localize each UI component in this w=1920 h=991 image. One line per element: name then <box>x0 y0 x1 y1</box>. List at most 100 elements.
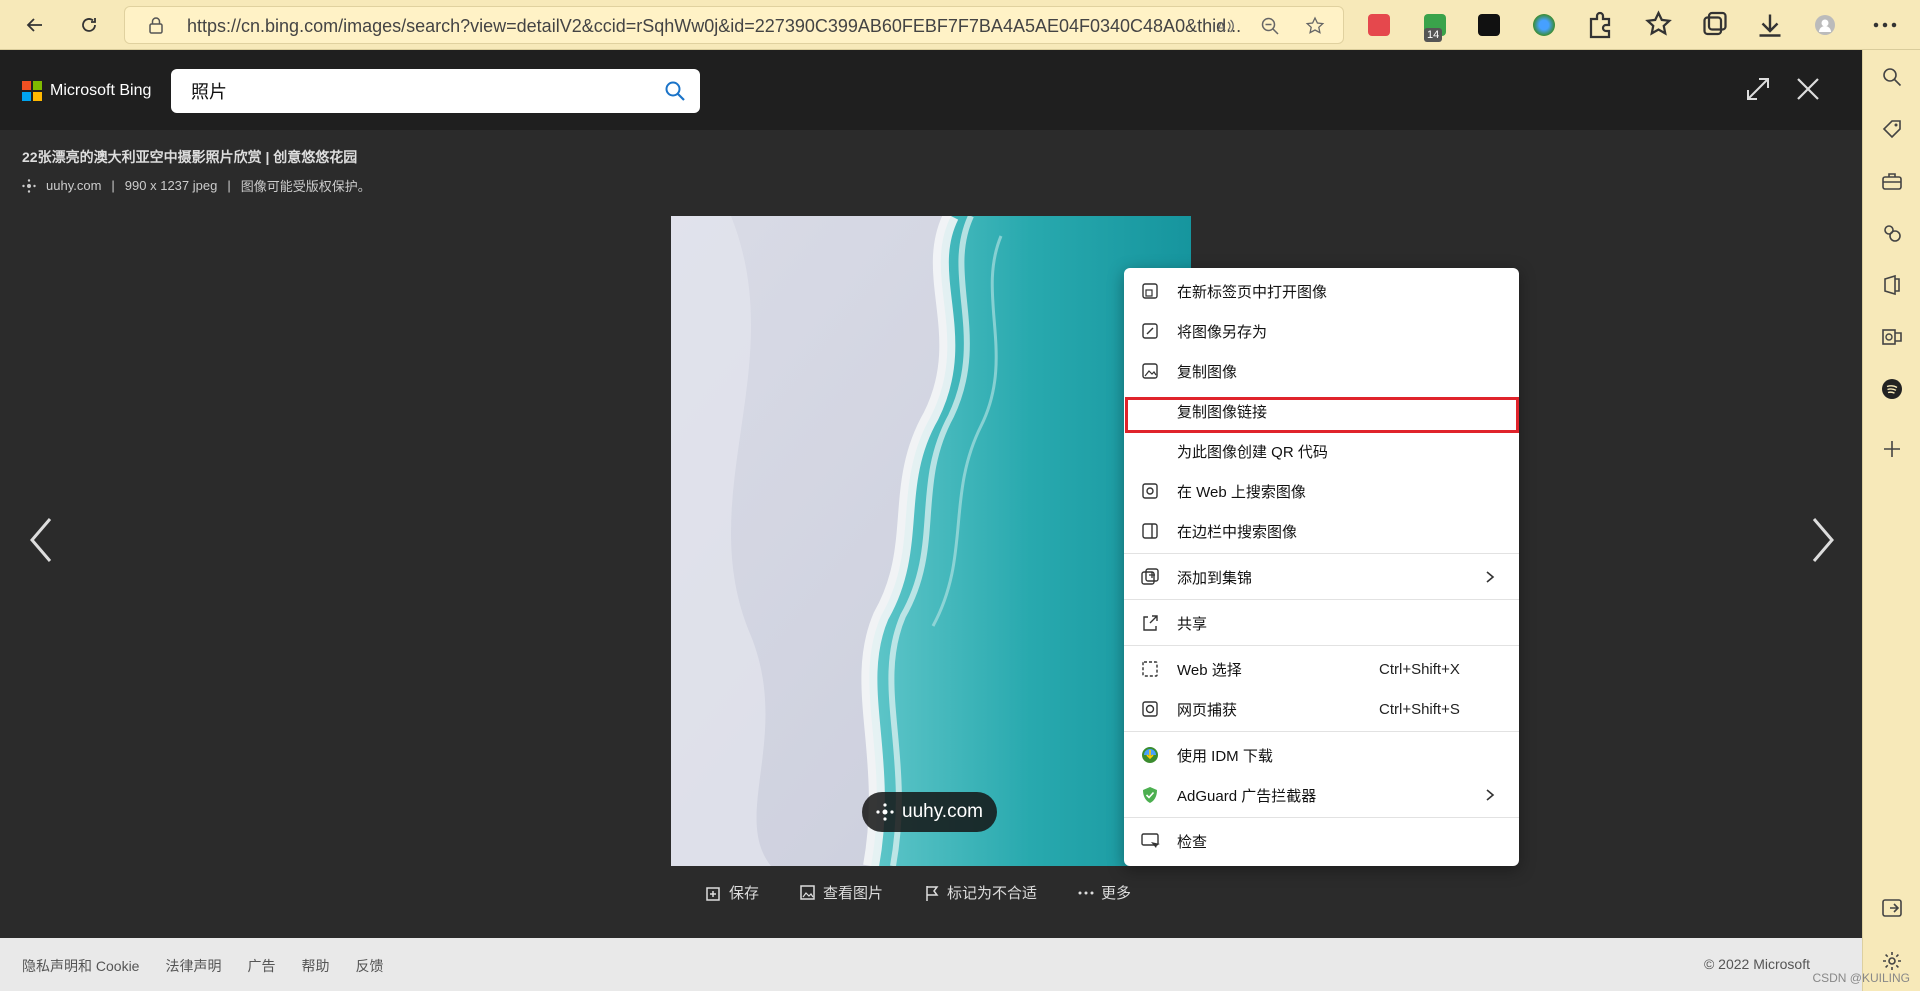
address-bar[interactable]: https://cn.bing.com/images/search?view=d… <box>124 6 1344 44</box>
footer-link[interactable]: 广告 <box>247 956 275 976</box>
sidebar-spotify-icon[interactable] <box>1881 378 1903 400</box>
menu-item-save-image-as[interactable]: 将图像另存为 <box>1124 312 1519 350</box>
view-image-icon <box>800 884 815 900</box>
more-dots-icon <box>1078 891 1094 894</box>
extension-red-icon[interactable] <box>1368 14 1390 36</box>
main-image[interactable] <box>671 216 1191 866</box>
menu-item-web-capture[interactable]: 网页捕获 Ctrl+Shift+S <box>1124 690 1519 728</box>
menu-item-search-web[interactable]: 在 Web 上搜索图像 <box>1124 472 1519 510</box>
menu-item-idm-download[interactable]: 使用 IDM 下载 <box>1124 736 1519 774</box>
browser-toolbar: https://cn.bing.com/images/search?view=d… <box>0 0 1920 50</box>
menu-item-share[interactable]: 共享 <box>1124 604 1519 642</box>
svg-text:A: A <box>1217 19 1226 34</box>
view-image-button[interactable]: 查看图片 <box>799 882 883 903</box>
sidebar-tools-icon[interactable] <box>1881 170 1903 192</box>
favorites-icon[interactable] <box>1645 10 1675 40</box>
microsoft-logo-icon <box>22 81 42 101</box>
close-icon[interactable] <box>1793 74 1823 104</box>
image-size: 990 x 1237 jpeg <box>124 178 218 193</box>
collections-add-icon <box>1141 568 1159 585</box>
footer-link[interactable]: 隐私声明和 Cookie <box>22 956 139 976</box>
read-aloud-icon[interactable]: A <box>1215 16 1235 36</box>
collections-icon[interactable] <box>1700 10 1730 40</box>
sidebar-tag-icon[interactable] <box>1881 118 1903 140</box>
globe-icon <box>22 178 36 193</box>
edge-sidebar <box>1862 50 1920 991</box>
sidebar-outlook-icon[interactable] <box>1881 326 1903 348</box>
back-button[interactable] <box>20 10 50 40</box>
zoom-out-icon[interactable] <box>1260 16 1280 36</box>
menu-item-inspect[interactable]: 检查 <box>1124 822 1519 860</box>
bing-logo[interactable]: Microsoft Bing <box>22 81 151 101</box>
save-button[interactable]: 保存 <box>705 882 759 903</box>
footer-copyright: © 2022 Microsoft <box>1703 956 1810 972</box>
sidebar-search-icon[interactable] <box>1881 66 1903 88</box>
shortcut-label: Ctrl+Shift+X <box>1379 660 1460 678</box>
shortcut-label: Ctrl+Shift+S <box>1379 700 1460 718</box>
settings-more-icon[interactable] <box>1870 10 1900 40</box>
page-footer: 隐私声明和 Cookie 法律声明 广告 帮助 反馈 © 2022 Micros… <box>0 938 1862 991</box>
footer-link[interactable]: 帮助 <box>301 956 329 976</box>
watermark-text: uuhy.com <box>902 801 983 822</box>
footer-link[interactable]: 法律声明 <box>165 956 221 976</box>
idm-icon <box>1142 747 1158 763</box>
flag-icon <box>926 885 939 901</box>
menu-divider <box>1124 731 1519 732</box>
menu-item-adguard[interactable]: AdGuard 广告拦截器 <box>1124 776 1519 814</box>
image-watermark[interactable]: uuhy.com <box>862 792 997 832</box>
url-text[interactable]: https://cn.bing.com/images/search?view=d… <box>187 16 1257 37</box>
menu-item-search-sidebar[interactable]: 在边栏中搜索图像 <box>1124 512 1519 550</box>
search-box[interactable] <box>171 69 700 113</box>
extensions-puzzle-icon[interactable] <box>1585 10 1615 40</box>
add-favorite-icon[interactable] <box>1305 16 1325 36</box>
expand-icon[interactable] <box>1743 74 1773 104</box>
chevron-right-icon <box>1486 571 1495 583</box>
profile-avatar[interactable] <box>1810 10 1840 40</box>
downloads-icon[interactable] <box>1755 10 1785 40</box>
extension-black-icon[interactable] <box>1478 14 1500 36</box>
menu-item-create-qr-code[interactable]: 为此图像创建 QR 代码 <box>1124 432 1519 470</box>
bing-header: Microsoft Bing <box>0 50 1862 130</box>
image-meta: uuhy.com | 990 x 1237 jpeg | 图像可能受版权保护。 <box>22 176 371 195</box>
menu-divider <box>1124 645 1519 646</box>
visual-search-icon <box>1142 483 1158 499</box>
aerial-beach-image <box>671 216 1191 866</box>
menu-item-web-select[interactable]: Web 选择 Ctrl+Shift+X <box>1124 650 1519 688</box>
share-icon <box>1143 615 1158 631</box>
search-input[interactable] <box>191 79 631 103</box>
sidebar-add-icon[interactable] <box>1881 438 1903 460</box>
menu-item-add-to-collections[interactable]: 添加到集锦 <box>1124 558 1519 596</box>
idm-extension-icon[interactable] <box>1533 14 1555 36</box>
web-capture-icon <box>1142 701 1158 717</box>
refresh-button[interactable] <box>74 10 104 40</box>
meta-separator: | <box>111 178 115 193</box>
menu-item-open-new-tab[interactable]: 在新标签页中打开图像 <box>1124 272 1519 310</box>
footer-link[interactable]: 反馈 <box>355 956 383 976</box>
image-copyright: 图像可能受版权保护。 <box>240 179 371 194</box>
save-image-icon <box>1142 323 1158 339</box>
sidebar-settings-icon[interactable] <box>1881 950 1903 972</box>
image-title[interactable]: 22张漂亮的澳大利亚空中摄影照片欣赏 | 创意悠悠花园 <box>22 147 357 167</box>
sidebar-collapse-icon[interactable] <box>1881 897 1903 919</box>
search-icon[interactable] <box>664 80 686 102</box>
previous-arrow-icon[interactable] <box>26 515 56 565</box>
context-menu: 在新标签页中打开图像 将图像另存为 复制图像 复制图像链接 为此图像创建 QR … <box>1124 268 1519 866</box>
copy-image-icon <box>1142 363 1158 379</box>
next-arrow-icon[interactable] <box>1808 515 1838 565</box>
footer-links: 隐私声明和 Cookie 法律声明 广告 帮助 反馈 <box>22 956 383 976</box>
csdn-watermark: CSDN @KUILING <box>1812 971 1910 985</box>
menu-divider <box>1124 817 1519 818</box>
more-button[interactable]: 更多 <box>1077 882 1131 903</box>
web-select-icon <box>1142 661 1158 677</box>
chevron-right-icon <box>1486 789 1495 801</box>
adguard-shield-icon <box>1143 787 1157 803</box>
sidebar-games-icon[interactable] <box>1881 222 1903 244</box>
image-source[interactable]: uuhy.com <box>46 178 101 193</box>
lock-icon <box>149 17 163 34</box>
inspect-icon <box>1141 833 1160 848</box>
menu-item-copy-image[interactable]: 复制图像 <box>1124 352 1519 390</box>
report-button[interactable]: 标记为不合适 <box>923 882 1037 903</box>
sidebar-office-icon[interactable] <box>1881 274 1903 296</box>
extension-badge: 14 <box>1424 28 1443 42</box>
open-new-tab-icon <box>1142 283 1158 299</box>
